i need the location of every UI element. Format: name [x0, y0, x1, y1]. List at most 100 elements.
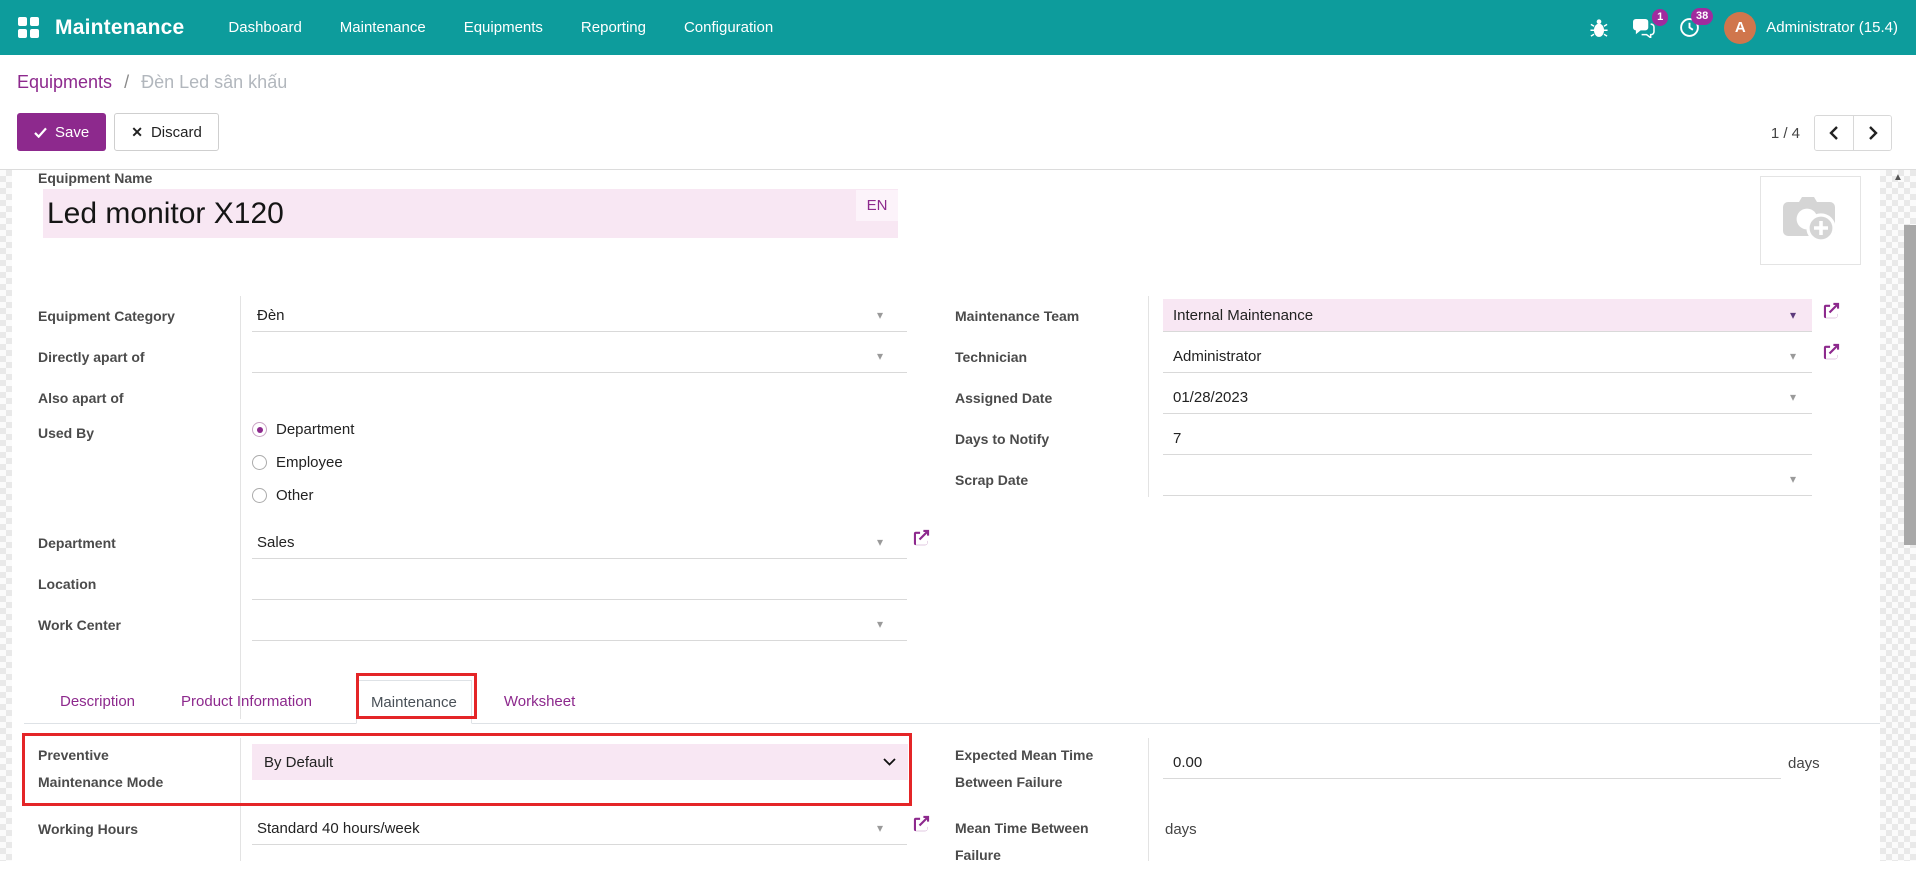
days-to-notify-label: Days to Notify	[955, 430, 1049, 448]
assigned-date-field[interactable]: 01/28/2023	[1163, 381, 1812, 414]
equipment-category-field[interactable]: Đèn	[252, 299, 907, 332]
equipment-category-label: Equipment Category	[38, 307, 175, 325]
working-hours-field[interactable]: Standard 40 hours/week	[252, 812, 907, 845]
save-button[interactable]: Save	[17, 113, 106, 151]
scrap-date-field[interactable]	[1163, 463, 1812, 496]
breadcrumb: Equipments / Đèn Led sân khấu	[17, 72, 287, 93]
work-center-field[interactable]	[252, 608, 907, 641]
external-link-icon[interactable]	[912, 528, 931, 552]
radio-unselected-icon[interactable]	[252, 488, 267, 503]
technician-label: Technician	[955, 348, 1027, 366]
technician-field[interactable]: Administrator	[1163, 340, 1812, 373]
directly-apart-label: Directly apart of	[38, 348, 145, 366]
activities-clock-icon[interactable]: 38	[1679, 17, 1700, 38]
maintenance-team-field[interactable]: Internal Maintenance	[1163, 299, 1812, 332]
location-label: Location	[38, 575, 96, 593]
work-center-label: Work Center	[38, 616, 121, 634]
tab-worksheet[interactable]: Worksheet	[490, 680, 589, 723]
expected-mtbf-unit: days	[1788, 755, 1820, 772]
expected-mtbf-field[interactable]: 0.00	[1163, 746, 1781, 779]
radio-employee[interactable]: Employee	[252, 454, 343, 471]
check-icon	[34, 127, 47, 138]
assigned-date-label: Assigned Date	[955, 389, 1052, 407]
page-left-edge	[0, 170, 12, 861]
right-bottom-separator	[1148, 738, 1149, 861]
location-field[interactable]	[252, 567, 907, 600]
equipment-image-upload[interactable]	[1760, 176, 1861, 265]
user-name: Administrator (15.4)	[1766, 19, 1898, 36]
equipment-name-label: Equipment Name	[38, 170, 152, 186]
radio-department[interactable]: Department	[252, 421, 354, 438]
mtbf-unit: days	[1165, 821, 1197, 838]
x-icon: ✕	[131, 124, 143, 141]
chevron-down-icon[interactable]: ▾	[1790, 472, 1796, 486]
menu-maintenance[interactable]: Maintenance	[340, 19, 426, 36]
expected-mtbf-label: Expected Mean Time Between Failure	[955, 742, 1117, 796]
messages-icon[interactable]: 1	[1632, 18, 1655, 38]
used-by-label: Used By	[38, 424, 94, 442]
scrollbar-up-arrow[interactable]: ▲	[1893, 172, 1903, 183]
user-menu[interactable]: A Administrator (15.4)	[1724, 12, 1898, 44]
user-avatar[interactable]: A	[1724, 12, 1756, 44]
pager-previous-button[interactable]	[1815, 116, 1853, 150]
navbar-systray: 1 38 A Administrator (15.4)	[1590, 12, 1898, 44]
external-link-icon[interactable]	[1822, 342, 1841, 366]
radio-other[interactable]: Other	[252, 487, 314, 504]
discard-button[interactable]: ✕ Discard	[114, 113, 219, 151]
tab-description[interactable]: Description	[46, 680, 149, 723]
menu-equipments[interactable]: Equipments	[464, 19, 543, 36]
translation-lang-badge[interactable]: EN	[856, 190, 898, 221]
top-navbar: Maintenance Dashboard Maintenance Equipm…	[0, 0, 1916, 55]
tab-product-information[interactable]: Product Information	[167, 680, 326, 723]
menu-reporting[interactable]: Reporting	[581, 19, 646, 36]
left-bottom-separator	[240, 738, 241, 861]
chevron-down-icon[interactable]: ▾	[877, 821, 883, 835]
breadcrumb-separator: /	[124, 72, 129, 92]
activities-count-badge: 38	[1691, 8, 1713, 25]
main-menu: Dashboard Maintenance Equipments Reporti…	[228, 19, 773, 36]
messages-count-badge: 1	[1652, 9, 1668, 26]
department-label: Department	[38, 534, 116, 552]
breadcrumb-current-record: Đèn Led sân khấu	[141, 72, 287, 92]
scrap-date-label: Scrap Date	[955, 471, 1028, 489]
chevron-down-icon[interactable]: ▾	[1790, 308, 1796, 322]
working-hours-label: Working Hours	[38, 820, 138, 838]
also-apart-field[interactable]	[252, 381, 907, 414]
right-column-separator	[1148, 296, 1149, 497]
pager-count: 1 / 4	[1771, 125, 1800, 142]
left-column-separator	[240, 296, 241, 719]
tab-maintenance[interactable]: Maintenance	[356, 680, 472, 724]
radio-unselected-icon[interactable]	[252, 455, 267, 470]
menu-configuration[interactable]: Configuration	[684, 19, 773, 36]
chevron-down-icon[interactable]: ▾	[877, 617, 883, 631]
preventive-maintenance-mode-select[interactable]: By Default	[252, 744, 908, 780]
pager-next-button[interactable]	[1853, 116, 1891, 150]
radio-selected-icon[interactable]	[252, 422, 267, 437]
camera-plus-icon	[1778, 193, 1844, 249]
form-action-buttons: Save ✕ Discard	[17, 113, 219, 151]
app-brand[interactable]: Maintenance	[55, 16, 184, 40]
department-field[interactable]: Sales	[252, 526, 907, 559]
breadcrumb-equipments-link[interactable]: Equipments	[17, 72, 112, 92]
external-link-icon[interactable]	[1822, 301, 1841, 325]
also-apart-label: Also apart of	[38, 389, 124, 407]
record-pager: 1 / 4	[1771, 115, 1892, 151]
chevron-down-icon[interactable]: ▾	[877, 349, 883, 363]
app-window: Maintenance Dashboard Maintenance Equipm…	[0, 0, 1916, 861]
debug-bug-icon[interactable]	[1590, 18, 1608, 38]
chevron-down-icon[interactable]: ▾	[1790, 390, 1796, 404]
chevron-down-icon[interactable]: ▾	[1790, 349, 1796, 363]
apps-grid-icon[interactable]	[18, 17, 39, 38]
directly-apart-field[interactable]	[252, 340, 907, 373]
external-link-icon[interactable]	[912, 814, 931, 838]
chevron-down-icon[interactable]: ▾	[877, 535, 883, 549]
menu-dashboard[interactable]: Dashboard	[228, 19, 301, 36]
preventive-maintenance-mode-label: Preventive Maintenance Mode	[38, 742, 188, 796]
notebook-tabs: Description Product Information Maintena…	[24, 680, 1880, 724]
chevron-down-icon[interactable]: ▾	[877, 308, 883, 322]
select-chevron-down-icon	[883, 758, 896, 766]
equipment-name-input[interactable]: Led monitor X120	[43, 189, 898, 238]
scrollbar-thumb[interactable]	[1904, 225, 1916, 545]
control-panel-divider	[0, 169, 1916, 170]
days-to-notify-field[interactable]: 7	[1163, 422, 1812, 455]
